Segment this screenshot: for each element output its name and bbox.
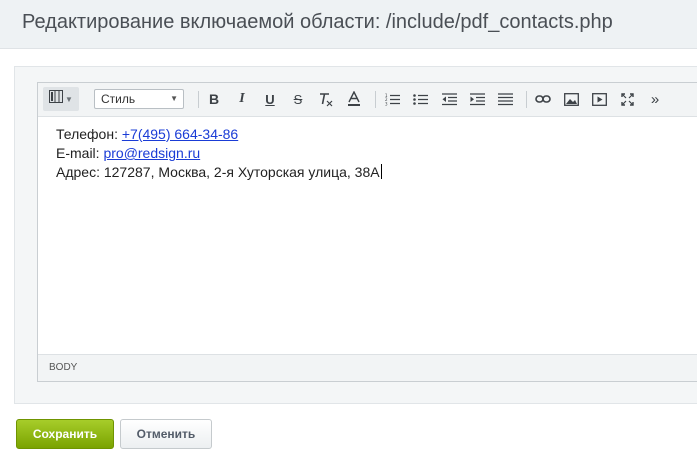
- dialog-title: Редактирование включаемой области: /incl…: [22, 11, 613, 33]
- underline-icon: U: [265, 91, 275, 107]
- remove-format-button[interactable]: [315, 89, 337, 109]
- strikethrough-icon: S: [293, 91, 303, 107]
- video-button[interactable]: [588, 89, 610, 109]
- toolbar-separator: [198, 91, 199, 108]
- email-label: E-mail:: [56, 145, 104, 161]
- indent-button[interactable]: [466, 89, 488, 109]
- fullscreen-icon: [620, 92, 634, 106]
- cancel-button[interactable]: Отменить: [120, 419, 212, 449]
- bold-icon: B: [208, 91, 220, 107]
- unordered-list-icon: [412, 93, 428, 106]
- remove-format-icon: [318, 92, 334, 107]
- outdent-button[interactable]: [438, 89, 460, 109]
- link-button[interactable]: [532, 89, 554, 109]
- element-path[interactable]: BODY: [49, 362, 77, 373]
- edit-include-dialog: Редактирование включаемой области: /incl…: [0, 0, 697, 464]
- view-mode-icon: [49, 90, 64, 108]
- html-editor: ▼ Стиль ▼ B I U S 1 2 3 » Телефон: +7(49…: [37, 82, 697, 382]
- indent-icon: [469, 92, 485, 106]
- toolbar-separator: [526, 91, 527, 108]
- style-select-value: Стиль: [101, 92, 136, 106]
- justify-icon: [497, 92, 513, 106]
- image-icon: [563, 92, 579, 106]
- italic-icon: I: [239, 91, 245, 106]
- editor-status-bar: BODY: [38, 354, 697, 381]
- link-icon: [535, 94, 551, 104]
- phone-line: Телефон: +7(495) 664-34-86: [56, 125, 382, 144]
- underline-button[interactable]: U: [259, 89, 281, 109]
- ordered-list-icon: 123: [385, 93, 400, 106]
- text-cursor: [380, 164, 382, 179]
- address-text: Адрес: 127287, Москва, 2-я Хуторская ули…: [56, 164, 380, 180]
- justify-button[interactable]: [494, 89, 516, 109]
- email-line: E-mail: pro@redsign.ru: [56, 144, 382, 163]
- email-link[interactable]: pro@redsign.ru: [103, 145, 200, 161]
- text-color-button[interactable]: [343, 89, 365, 109]
- view-mode-button[interactable]: ▼: [43, 87, 79, 111]
- editor-content-area[interactable]: Телефон: +7(495) 664-34-86 E-mail: pro@r…: [56, 125, 382, 182]
- more-button[interactable]: »: [644, 89, 666, 109]
- chevron-down-icon: ▼: [170, 94, 178, 103]
- outdent-icon: [441, 92, 457, 106]
- strikethrough-button[interactable]: S: [287, 89, 309, 109]
- address-line: Адрес: 127287, Москва, 2-я Хуторская ули…: [56, 163, 382, 182]
- bold-button[interactable]: B: [203, 89, 225, 109]
- ordered-list-button[interactable]: 123: [381, 89, 403, 109]
- save-button[interactable]: Сохранить: [16, 419, 114, 449]
- more-icon: »: [650, 90, 660, 108]
- editor-toolbar: ▼ Стиль ▼ B I U S 1 2 3 »: [38, 83, 697, 117]
- svg-text:3: 3: [385, 101, 388, 106]
- dialog-title-bar[interactable]: Редактирование включаемой области: /incl…: [0, 0, 697, 49]
- unordered-list-button[interactable]: [409, 89, 431, 109]
- text-color-icon: [347, 91, 361, 107]
- toolbar-separator: [375, 91, 376, 108]
- phone-label: Телефон:: [56, 126, 122, 142]
- italic-button[interactable]: I: [231, 89, 253, 109]
- style-select[interactable]: Стиль ▼: [94, 89, 184, 109]
- image-button[interactable]: [560, 89, 582, 109]
- video-icon: [591, 92, 607, 106]
- phone-link[interactable]: +7(495) 664-34-86: [122, 126, 238, 142]
- chevron-down-icon: ▼: [65, 94, 73, 104]
- fullscreen-button[interactable]: [616, 89, 638, 109]
